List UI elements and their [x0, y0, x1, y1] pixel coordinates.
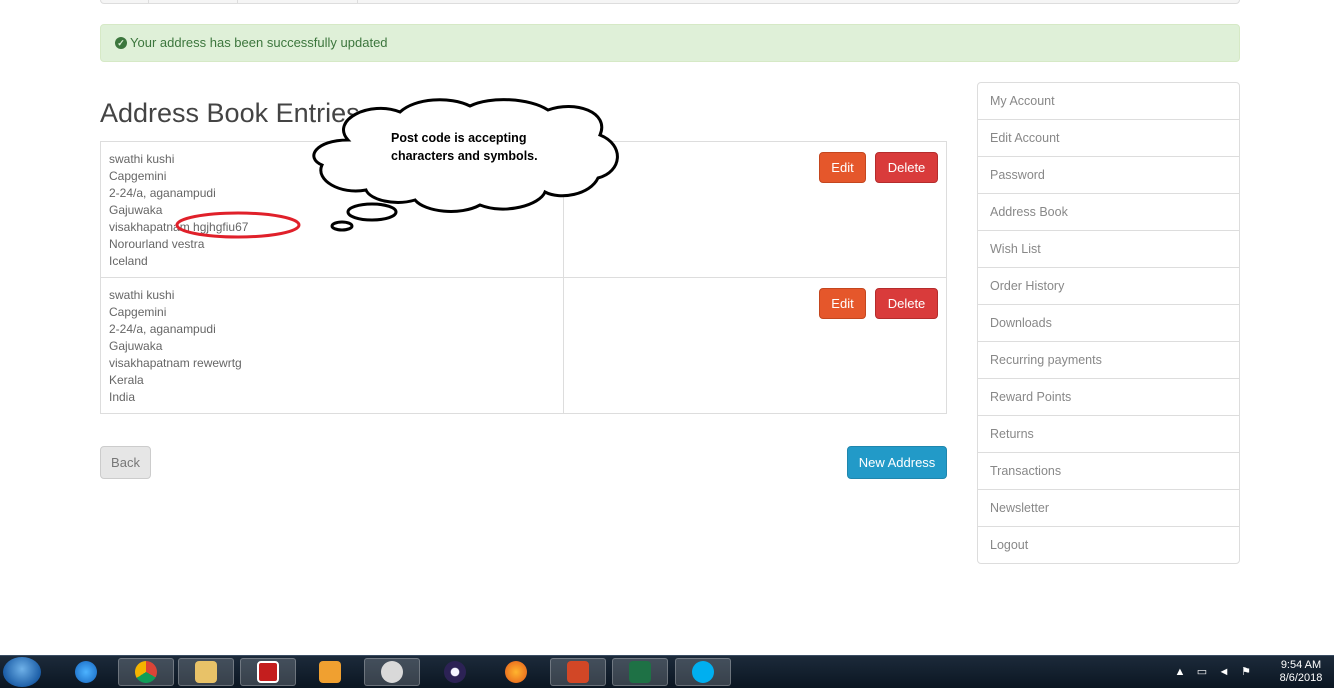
taskbar: ▲ ▭ ◄ ⚑ 9:54 AM 8/6/2018: [0, 655, 1334, 688]
sidebar-item-recurring-payments[interactable]: Recurring payments: [978, 342, 1239, 379]
address-line: Norourland vestra: [109, 237, 205, 251]
address-line: Gajuwaka: [109, 203, 163, 217]
internet-explorer-icon[interactable]: [58, 658, 114, 686]
back-button[interactable]: Back: [100, 446, 151, 479]
firefox-icon[interactable]: [488, 658, 544, 686]
account-sidebar: My Account Edit Account Password Address…: [977, 82, 1240, 564]
edit-button[interactable]: Edit: [819, 152, 866, 183]
sidebar-item-logout[interactable]: Logout: [978, 527, 1239, 563]
success-alert: ✓ Your address has been successfully upd…: [100, 24, 1240, 62]
address-line: visakhapatnam rewewrtg: [109, 356, 242, 370]
address-line: Capgemini: [109, 169, 167, 183]
annotation-text: Post code is accepting characters and sy…: [391, 131, 538, 163]
alert-message: Your address has been successfully updat…: [130, 35, 388, 50]
sidebar-item-wish-list[interactable]: Wish List: [978, 231, 1239, 268]
system-tray: ▲ ▭ ◄ ⚑ 9:54 AM 8/6/2018: [1168, 656, 1328, 688]
address-line: Capgemini: [109, 305, 167, 319]
address-row: swathi kushi Capgemini 2-24/a, aganampud…: [101, 278, 946, 413]
excel-icon[interactable]: [612, 658, 668, 686]
sidebar-item-returns[interactable]: Returns: [978, 416, 1239, 453]
start-button[interactable]: [3, 657, 41, 687]
sidebar-item-reward-points[interactable]: Reward Points: [978, 379, 1239, 416]
address-line: Kerala: [109, 373, 144, 387]
edit-button[interactable]: Edit: [819, 288, 866, 319]
sidebar-item-order-history[interactable]: Order History: [978, 268, 1239, 305]
clock[interactable]: 9:54 AM 8/6/2018: [1276, 659, 1326, 685]
address-line: Iceland: [109, 254, 148, 268]
sidebar-item-address-book[interactable]: Address Book: [978, 194, 1239, 231]
chrome-icon[interactable]: [118, 658, 174, 686]
check-circle-icon: ✓: [115, 37, 127, 49]
network-icon[interactable]: ▭: [1196, 666, 1208, 678]
address-line: Gajuwaka: [109, 339, 163, 353]
acrobat-icon[interactable]: [240, 658, 296, 686]
media-player-icon[interactable]: [302, 658, 358, 686]
page-title: Address Book Entries: [100, 98, 360, 128]
breadcrumb: [100, 0, 1240, 4]
powerpoint-icon[interactable]: [550, 658, 606, 686]
address-line: 2-24/a, aganampudi: [109, 322, 216, 336]
snipping-tool-icon[interactable]: [364, 658, 420, 686]
show-hidden-icons-icon[interactable]: ▲: [1174, 666, 1186, 678]
action-center-flag-icon[interactable]: ⚑: [1240, 666, 1252, 678]
clock-date: 8/6/2018: [1279, 672, 1323, 684]
sidebar-item-transactions[interactable]: Transactions: [978, 453, 1239, 490]
address-line: India: [109, 390, 136, 404]
sidebar-item-downloads[interactable]: Downloads: [978, 305, 1239, 342]
address-table: swathi kushi Capgemini 2-24/a, aganampud…: [100, 141, 947, 414]
address-text: swathi kushi Capgemini 2-24/a, aganampud…: [101, 278, 564, 413]
sidebar-item-my-account[interactable]: My Account: [978, 83, 1239, 120]
clock-time: 9:54 AM: [1280, 659, 1322, 671]
new-address-button[interactable]: New Address: [847, 446, 947, 479]
address-line: visakhapatnam hgjhgfiu67: [109, 220, 249, 234]
file-explorer-icon[interactable]: [178, 658, 234, 686]
volume-icon[interactable]: ◄: [1218, 666, 1230, 678]
delete-button[interactable]: Delete: [875, 152, 938, 183]
sidebar-item-password[interactable]: Password: [978, 157, 1239, 194]
address-line: swathi kushi: [109, 288, 175, 302]
sidebar-item-newsletter[interactable]: Newsletter: [978, 490, 1239, 527]
sidebar-item-edit-account[interactable]: Edit Account: [978, 120, 1239, 157]
address-line: 2-24/a, aganampudi: [109, 186, 216, 200]
delete-button[interactable]: Delete: [875, 288, 938, 319]
skype-icon[interactable]: [675, 658, 731, 686]
eclipse-icon[interactable]: [427, 658, 483, 686]
